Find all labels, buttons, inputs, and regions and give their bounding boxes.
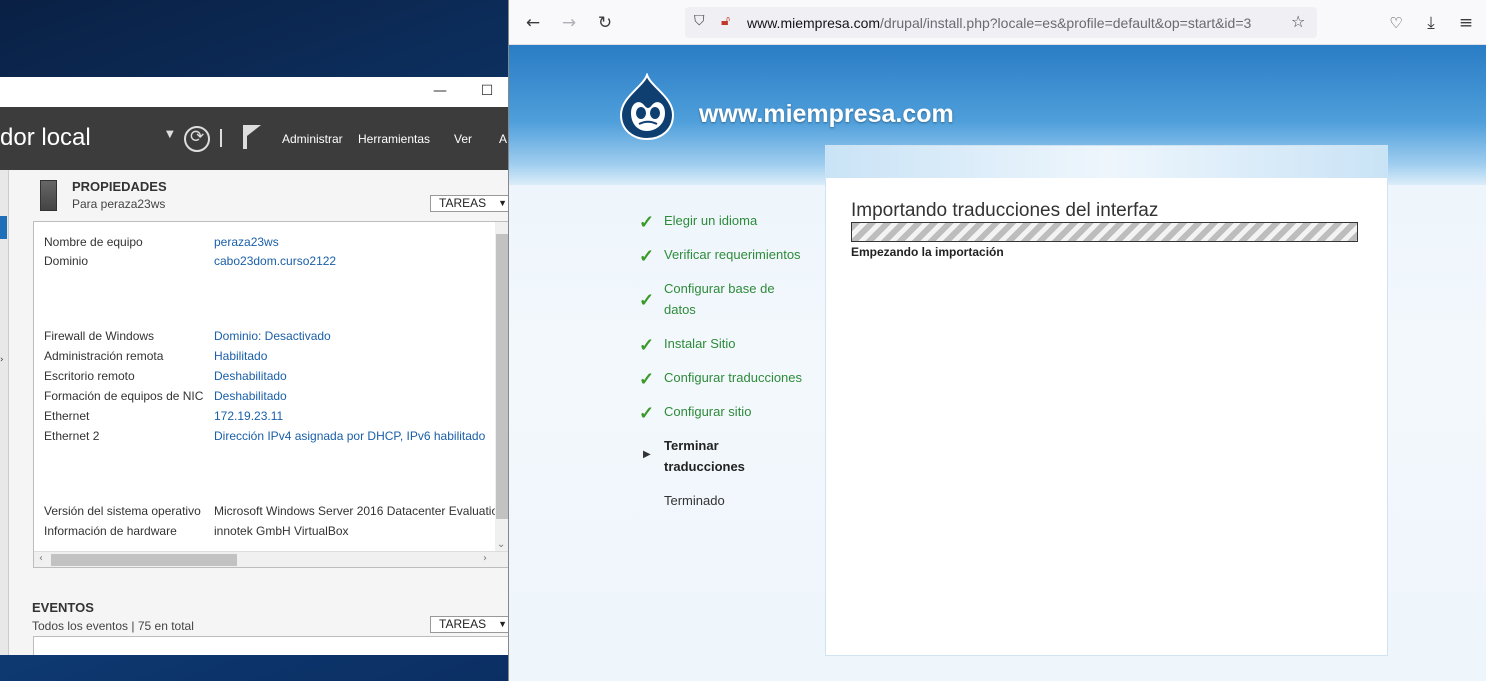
server-icon bbox=[40, 180, 57, 211]
refresh-icon[interactable] bbox=[184, 126, 210, 152]
browser-toolbar: ← → ↻ ⛉ 🔓︎ www.miempresa.com/drupal/inst… bbox=[509, 0, 1486, 45]
forward-arrow-icon[interactable]: → bbox=[556, 10, 582, 36]
horizontal-scrollbar[interactable]: ‹ › bbox=[34, 551, 509, 567]
pocket-icon[interactable]: ♡ bbox=[1383, 10, 1409, 36]
chevron-down-icon[interactable]: ⌄ bbox=[497, 539, 505, 550]
site-name[interactable]: www.miempresa.com bbox=[699, 100, 954, 129]
chevron-left-icon[interactable]: ‹ bbox=[39, 553, 43, 564]
check-icon: ✓ bbox=[639, 246, 655, 266]
prop-value: innotek GmbH VirtualBox bbox=[214, 524, 349, 538]
drupal-install-page: www.miempresa.com ✓ Elegir un idioma ✓ V… bbox=[509, 45, 1486, 681]
notifications-flag-icon[interactable] bbox=[243, 125, 261, 149]
server-manager-body: › PROPIEDADES Para peraza23ws TAREAS ▼ N… bbox=[0, 170, 510, 655]
prop-value-link[interactable]: peraza23ws bbox=[214, 235, 279, 249]
prop-value-link[interactable]: Deshabilitado bbox=[214, 369, 287, 383]
prop-value-link[interactable]: Habilitado bbox=[214, 349, 267, 363]
reload-icon[interactable]: ↻ bbox=[592, 10, 618, 36]
progress-message: Empezando la importación bbox=[851, 245, 1004, 259]
chevron-down-icon[interactable]: ▼ bbox=[166, 129, 174, 140]
properties-title: PROPIEDADES bbox=[72, 179, 167, 194]
chevron-down-icon: ▼ bbox=[498, 619, 507, 629]
events-tasks-button[interactable]: TAREAS ▼ bbox=[430, 616, 510, 633]
bookmark-star-icon[interactable]: ☆ bbox=[1291, 12, 1305, 31]
prop-label: Ethernet 2 bbox=[44, 429, 100, 443]
drupal-logo-icon[interactable] bbox=[617, 73, 677, 141]
check-icon: ✓ bbox=[639, 212, 655, 232]
prop-label: Versión del sistema operativo bbox=[44, 504, 201, 518]
progress-bar bbox=[851, 222, 1358, 242]
check-icon: ✓ bbox=[639, 403, 655, 423]
prop-label: Dominio bbox=[44, 254, 89, 268]
browser-window: ← → ↻ ⛉ 🔓︎ www.miempresa.com/drupal/inst… bbox=[508, 0, 1486, 681]
prop-value-link[interactable]: Deshabilitado bbox=[214, 389, 287, 403]
url-text[interactable]: www.miempresa.com/drupal/install.php?loc… bbox=[747, 15, 1251, 31]
events-panel bbox=[33, 636, 510, 655]
page-title: dor local bbox=[0, 124, 91, 151]
check-icon: ✓ bbox=[639, 369, 655, 389]
prop-value-link[interactable]: Dirección IPv4 asignada por DHCP, IPv6 h… bbox=[214, 429, 485, 443]
url-bar[interactable]: ⛉ 🔓︎ www.miempresa.com/drupal/install.ph… bbox=[685, 7, 1317, 38]
prop-label: Nombre de equipo bbox=[44, 235, 143, 249]
prop-label: Ethernet bbox=[44, 409, 90, 423]
server-manager-window: — ☐ dor local ▼ Administrar Herramientas… bbox=[0, 77, 510, 655]
play-arrow-icon: ▶ bbox=[643, 449, 651, 460]
server-manager-header: dor local ▼ Administrar Herramientas Ver… bbox=[0, 107, 510, 170]
separator bbox=[220, 129, 222, 147]
events-subtitle: Todos los eventos | 75 en total bbox=[32, 619, 194, 633]
page-heading: Importando traducciones del interfaz bbox=[851, 200, 1159, 221]
hamburger-menu-icon[interactable]: ≡ bbox=[1453, 10, 1479, 36]
menu-ver[interactable]: Ver bbox=[454, 132, 472, 146]
properties-panel: Nombre de equipo peraza23ws Dominio cabo… bbox=[33, 221, 510, 568]
prop-label: Información de hardware bbox=[44, 524, 177, 538]
prop-value-link[interactable]: Dominio: Desactivado bbox=[214, 329, 331, 343]
vertical-scroll-thumb[interactable] bbox=[496, 234, 508, 519]
shield-icon[interactable]: ⛉ bbox=[694, 13, 705, 29]
properties-tasks-button[interactable]: TAREAS ▼ bbox=[430, 195, 510, 212]
chevron-down-icon: ▼ bbox=[498, 198, 507, 208]
download-icon[interactable]: ⤓ bbox=[1418, 10, 1444, 36]
content-panel: Importando traducciones del interfaz Emp… bbox=[825, 145, 1388, 656]
maximize-button[interactable]: ☐ bbox=[479, 83, 495, 99]
prop-value-link[interactable]: 172.19.23.11 bbox=[214, 409, 283, 423]
prop-value-link[interactable]: cabo23dom.curso2122 bbox=[214, 254, 336, 268]
prop-label: Firewall de Windows bbox=[44, 329, 155, 343]
menu-ayuda[interactable]: A bbox=[499, 132, 507, 146]
nav-selected-item[interactable] bbox=[0, 216, 7, 239]
back-arrow-icon[interactable]: ← bbox=[520, 10, 546, 36]
vertical-scrollbar[interactable]: ⌄ bbox=[495, 222, 509, 552]
insecure-lock-icon[interactable]: 🔓︎ bbox=[721, 13, 730, 29]
content-panel-header bbox=[826, 146, 1387, 178]
navigation-pane: › bbox=[0, 170, 9, 655]
prop-label: Formación de equipos de NIC bbox=[44, 389, 204, 403]
menu-herramientas[interactable]: Herramientas bbox=[358, 132, 430, 146]
prop-label: Administración remota bbox=[44, 349, 164, 363]
check-icon: ✓ bbox=[639, 290, 655, 310]
properties-subtitle: Para peraza23ws bbox=[72, 197, 166, 211]
prop-value: Microsoft Windows Server 2016 Datacenter… bbox=[214, 504, 505, 518]
chevron-right-icon[interactable]: › bbox=[0, 355, 4, 365]
events-title: EVENTOS bbox=[32, 600, 94, 615]
menu-administrar[interactable]: Administrar bbox=[282, 132, 343, 146]
check-icon: ✓ bbox=[639, 335, 655, 355]
horizontal-scroll-thumb[interactable] bbox=[51, 554, 237, 566]
prop-label: Escritorio remoto bbox=[44, 369, 135, 383]
chevron-right-icon[interactable]: › bbox=[483, 553, 487, 564]
minimize-button[interactable]: — bbox=[432, 83, 448, 99]
window-titlebar: — ☐ bbox=[0, 77, 510, 107]
progress-bar-fill bbox=[852, 223, 1357, 241]
